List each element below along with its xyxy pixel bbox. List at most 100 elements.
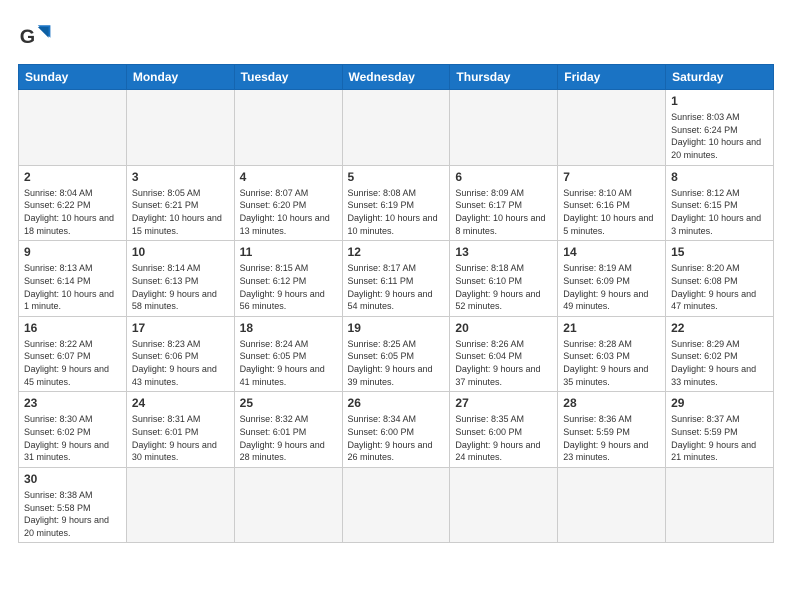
week-row-3: 16Sunrise: 8:22 AM Sunset: 6:07 PM Dayli…: [19, 316, 774, 392]
calendar-cell: [19, 90, 127, 166]
week-row-2: 9 Sunrise: 8:13 AM Sunset: 6:14 PM Daylig…: [19, 241, 774, 317]
day-info: Sunrise: 8:04 AM Sunset: 6:22 PM Dayligh…: [24, 187, 121, 237]
calendar-cell: 7 Sunrise: 8:10 AM Sunset: 6:16 PM Daylig…: [558, 165, 666, 241]
day-number: 24: [132, 395, 229, 411]
day-number: 13: [455, 244, 552, 260]
calendar-cell: [234, 90, 342, 166]
calendar-cell: 21Sunrise: 8:28 AM Sunset: 6:03 PM Dayli…: [558, 316, 666, 392]
calendar-cell: 15 Sunrise: 8:20 AM Sunset: 6:08 PM Dayli…: [666, 241, 774, 317]
calendar-cell: 16Sunrise: 8:22 AM Sunset: 6:07 PM Dayli…: [19, 316, 127, 392]
day-header-thursday: Thursday: [450, 65, 558, 90]
day-number: 20: [455, 320, 552, 336]
day-info: Sunrise: 8:30 AM Sunset: 6:02 PM Dayligh…: [24, 413, 121, 463]
day-number: 19: [348, 320, 445, 336]
page: G SundayMondayTuesdayWednesdayThursdayFr…: [0, 0, 792, 553]
day-number: 22: [671, 320, 768, 336]
calendar-cell: 24 Sunrise: 8:31 AM Sunset: 6:01 PM Dayli…: [126, 392, 234, 468]
calendar-cell: [450, 467, 558, 543]
day-info: Sunrise: 8:14 AM Sunset: 6:13 PM Dayligh…: [132, 262, 229, 312]
day-info: Sunrise: 8:37 AM Sunset: 5:59 PM Dayligh…: [671, 413, 768, 463]
calendar-cell: 23 Sunrise: 8:30 AM Sunset: 6:02 PM Dayli…: [19, 392, 127, 468]
day-header-wednesday: Wednesday: [342, 65, 450, 90]
day-number: 4: [240, 169, 337, 185]
calendar-cell: 3 Sunrise: 8:05 AM Sunset: 6:21 PM Daylig…: [126, 165, 234, 241]
day-number: 23: [24, 395, 121, 411]
day-info: Sunrise: 8:31 AM Sunset: 6:01 PM Dayligh…: [132, 413, 229, 463]
day-number: 25: [240, 395, 337, 411]
calendar-cell: 6 Sunrise: 8:09 AM Sunset: 6:17 PM Daylig…: [450, 165, 558, 241]
day-number: 12: [348, 244, 445, 260]
calendar-cell: [342, 467, 450, 543]
day-number: 17: [132, 320, 229, 336]
week-row-4: 23 Sunrise: 8:30 AM Sunset: 6:02 PM Dayli…: [19, 392, 774, 468]
week-row-1: 2 Sunrise: 8:04 AM Sunset: 6:22 PM Daylig…: [19, 165, 774, 241]
day-number: 14: [563, 244, 660, 260]
day-header-friday: Friday: [558, 65, 666, 90]
day-number: 6: [455, 169, 552, 185]
day-info: Sunrise: 8:13 AM Sunset: 6:14 PM Dayligh…: [24, 262, 121, 312]
day-number: 1: [671, 93, 768, 109]
calendar-cell: 20 Sunrise: 8:26 AM Sunset: 6:04 PM Dayli…: [450, 316, 558, 392]
day-info: Sunrise: 8:05 AM Sunset: 6:21 PM Dayligh…: [132, 187, 229, 237]
day-info: Sunrise: 8:28 AM Sunset: 6:03 PM Dayligh…: [563, 338, 660, 388]
day-info: Sunrise: 8:24 AM Sunset: 6:05 PM Dayligh…: [240, 338, 337, 388]
day-info: Sunrise: 8:38 AM Sunset: 5:58 PM Dayligh…: [24, 489, 121, 539]
day-number: 27: [455, 395, 552, 411]
calendar-header-row: SundayMondayTuesdayWednesdayThursdayFrid…: [19, 65, 774, 90]
day-info: Sunrise: 8:23 AM Sunset: 6:06 PM Dayligh…: [132, 338, 229, 388]
day-info: Sunrise: 8:10 AM Sunset: 6:16 PM Dayligh…: [563, 187, 660, 237]
day-info: Sunrise: 8:35 AM Sunset: 6:00 PM Dayligh…: [455, 413, 552, 463]
svg-text:G: G: [20, 26, 35, 48]
day-info: Sunrise: 8:36 AM Sunset: 5:59 PM Dayligh…: [563, 413, 660, 463]
calendar-cell: 9 Sunrise: 8:13 AM Sunset: 6:14 PM Daylig…: [19, 241, 127, 317]
calendar-cell: 27 Sunrise: 8:35 AM Sunset: 6:00 PM Dayli…: [450, 392, 558, 468]
day-header-saturday: Saturday: [666, 65, 774, 90]
calendar-cell: 17 Sunrise: 8:23 AM Sunset: 6:06 PM Dayli…: [126, 316, 234, 392]
week-row-5: 30 Sunrise: 8:38 AM Sunset: 5:58 PM Dayli…: [19, 467, 774, 543]
calendar-cell: [666, 467, 774, 543]
day-info: Sunrise: 8:07 AM Sunset: 6:20 PM Dayligh…: [240, 187, 337, 237]
calendar-cell: 10 Sunrise: 8:14 AM Sunset: 6:13 PM Dayli…: [126, 241, 234, 317]
calendar-cell: 2 Sunrise: 8:04 AM Sunset: 6:22 PM Daylig…: [19, 165, 127, 241]
calendar-cell: 30 Sunrise: 8:38 AM Sunset: 5:58 PM Dayli…: [19, 467, 127, 543]
day-info: Sunrise: 8:25 AM Sunset: 6:05 PM Dayligh…: [348, 338, 445, 388]
day-number: 26: [348, 395, 445, 411]
day-number: 2: [24, 169, 121, 185]
day-number: 28: [563, 395, 660, 411]
day-number: 7: [563, 169, 660, 185]
day-info: Sunrise: 8:34 AM Sunset: 6:00 PM Dayligh…: [348, 413, 445, 463]
day-info: Sunrise: 8:17 AM Sunset: 6:11 PM Dayligh…: [348, 262, 445, 312]
calendar-cell: [558, 467, 666, 543]
day-info: Sunrise: 8:26 AM Sunset: 6:04 PM Dayligh…: [455, 338, 552, 388]
calendar: SundayMondayTuesdayWednesdayThursdayFrid…: [18, 64, 774, 543]
day-number: 3: [132, 169, 229, 185]
calendar-cell: [126, 90, 234, 166]
day-info: Sunrise: 8:29 AM Sunset: 6:02 PM Dayligh…: [671, 338, 768, 388]
calendar-cell: 22 Sunrise: 8:29 AM Sunset: 6:02 PM Dayli…: [666, 316, 774, 392]
day-number: 18: [240, 320, 337, 336]
day-info: Sunrise: 8:09 AM Sunset: 6:17 PM Dayligh…: [455, 187, 552, 237]
day-number: 9: [24, 244, 121, 260]
day-header-tuesday: Tuesday: [234, 65, 342, 90]
day-number: 30: [24, 471, 121, 487]
calendar-cell: 28 Sunrise: 8:36 AM Sunset: 5:59 PM Dayli…: [558, 392, 666, 468]
calendar-cell: 25 Sunrise: 8:32 AM Sunset: 6:01 PM Dayli…: [234, 392, 342, 468]
calendar-cell: 14Sunrise: 8:19 AM Sunset: 6:09 PM Dayli…: [558, 241, 666, 317]
calendar-cell: [126, 467, 234, 543]
calendar-cell: 4 Sunrise: 8:07 AM Sunset: 6:20 PM Daylig…: [234, 165, 342, 241]
day-info: Sunrise: 8:32 AM Sunset: 6:01 PM Dayligh…: [240, 413, 337, 463]
day-number: 15: [671, 244, 768, 260]
calendar-cell: 19 Sunrise: 8:25 AM Sunset: 6:05 PM Dayli…: [342, 316, 450, 392]
day-info: Sunrise: 8:20 AM Sunset: 6:08 PM Dayligh…: [671, 262, 768, 312]
calendar-cell: 18 Sunrise: 8:24 AM Sunset: 6:05 PM Dayli…: [234, 316, 342, 392]
calendar-cell: 8Sunrise: 8:12 AM Sunset: 6:15 PM Daylig…: [666, 165, 774, 241]
day-number: 10: [132, 244, 229, 260]
day-info: Sunrise: 8:08 AM Sunset: 6:19 PM Dayligh…: [348, 187, 445, 237]
day-number: 16: [24, 320, 121, 336]
day-header-monday: Monday: [126, 65, 234, 90]
calendar-cell: 13Sunrise: 8:18 AM Sunset: 6:10 PM Dayli…: [450, 241, 558, 317]
calendar-cell: 5Sunrise: 8:08 AM Sunset: 6:19 PM Daylig…: [342, 165, 450, 241]
calendar-cell: 26 Sunrise: 8:34 AM Sunset: 6:00 PM Dayli…: [342, 392, 450, 468]
calendar-cell: 1 Sunrise: 8:03 AM Sunset: 6:24 PM Daylig…: [666, 90, 774, 166]
day-info: Sunrise: 8:03 AM Sunset: 6:24 PM Dayligh…: [671, 111, 768, 161]
